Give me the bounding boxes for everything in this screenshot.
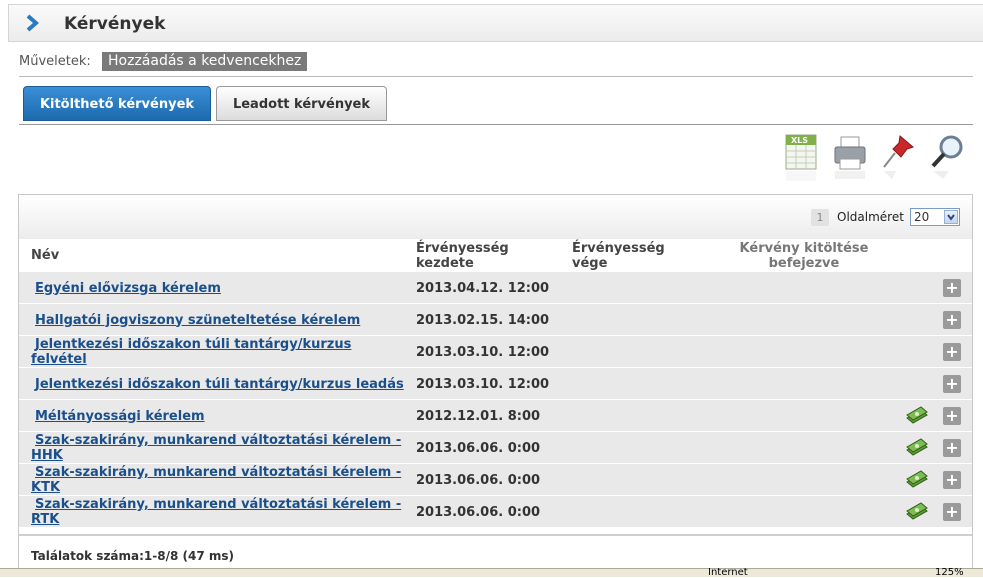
payment-icon[interactable] xyxy=(905,438,929,458)
excel-export-icon[interactable]: XLS xyxy=(783,133,819,183)
page-size-select[interactable]: 20 xyxy=(910,208,960,226)
table-toolbar xyxy=(19,195,972,239)
add-request-button[interactable]: + xyxy=(943,375,961,393)
add-request-button[interactable]: + xyxy=(943,311,961,329)
security-zone: Internet xyxy=(708,567,748,578)
request-link[interactable]: Jelentkezési időszakon túli tantárgy/kur… xyxy=(31,337,411,367)
table-row: Szak-szakirány, munkarend változtatási k… xyxy=(19,464,972,496)
start-date: 2013.06.06. 0:00 xyxy=(416,473,541,488)
table-body: Egyéni elővizsga kérelem 2013.04.12. 12:… xyxy=(19,272,972,528)
divider xyxy=(19,76,973,77)
start-date: 2013.04.12. 12:00 xyxy=(416,281,550,296)
start-date: 2012.12.01. 8:00 xyxy=(416,409,541,424)
tabs-divider xyxy=(19,124,973,125)
table-row: Hallgatói jogviszony szüneteltetése kére… xyxy=(19,304,972,336)
table-row: Méltányossági kérelem 2012.12.01. 8:00 + xyxy=(19,400,972,432)
payment-icon[interactable] xyxy=(905,470,929,490)
table-row: Egyéni elővizsga kérelem 2013.04.12. 12:… xyxy=(19,272,972,304)
zoom-level[interactable]: 125% xyxy=(935,567,964,578)
chevron-down-icon[interactable] xyxy=(944,210,958,224)
print-icon[interactable] xyxy=(832,133,868,183)
page-title: Kérvények xyxy=(64,14,166,34)
page-number[interactable]: 1 xyxy=(811,209,829,226)
add-request-button[interactable]: + xyxy=(943,279,961,297)
request-link[interactable]: Szak-szakirány, munkarend változtatási k… xyxy=(31,433,411,463)
page-size-label: Oldalméret xyxy=(837,210,904,224)
page-size-value: 20 xyxy=(914,210,930,224)
add-request-button[interactable]: + xyxy=(943,471,961,489)
column-header-finished[interactable]: Kérvény kitöltése befejezve xyxy=(724,241,884,271)
request-link[interactable]: Hallgatói jogviszony szüneteltetése kére… xyxy=(31,313,360,328)
table-row: Jelentkezési időszakon túli tantárgy/kur… xyxy=(19,336,972,368)
request-link[interactable]: Egyéni elővizsga kérelem xyxy=(31,281,221,296)
table-footer-divider xyxy=(19,534,972,536)
add-request-button[interactable]: + xyxy=(943,343,961,361)
add-request-button[interactable]: + xyxy=(943,407,961,425)
results-count: Találatok száma:1-8/8 (47 ms) xyxy=(31,549,235,563)
start-date: 2013.02.15. 14:00 xyxy=(416,313,550,328)
xls-label: XLS xyxy=(791,136,808,145)
search-icon[interactable] xyxy=(929,133,965,183)
add-request-button[interactable]: + xyxy=(943,503,961,521)
start-date: 2013.06.06. 0:00 xyxy=(416,441,541,456)
add-to-favorites-button[interactable]: Hozzáadás a kedvencekhez xyxy=(102,52,308,71)
pin-icon[interactable] xyxy=(880,133,916,183)
table-row: Szak-szakirány, munkarend változtatási k… xyxy=(19,432,972,464)
table-row: Szak-szakirány, munkarend változtatási k… xyxy=(19,496,972,528)
column-header-end[interactable]: Érvényesség vége xyxy=(572,241,682,271)
table-row: Jelentkezési időszakon túli tantárgy/kur… xyxy=(19,368,972,400)
column-header-name[interactable]: Név xyxy=(31,248,59,263)
start-date: 2013.03.10. 12:00 xyxy=(416,377,550,392)
request-link[interactable]: Méltányossági kérelem xyxy=(31,409,205,424)
request-link[interactable]: Jelentkezési időszakon túli tantárgy/kur… xyxy=(31,377,404,392)
add-request-button[interactable]: + xyxy=(943,439,961,457)
requests-table-panel: 1 Oldalméret 20 Név Érvényesség kezdete … xyxy=(18,194,973,576)
tab-submitted-requests[interactable]: Leadott kérvények xyxy=(216,86,387,121)
column-header-start[interactable]: Érvényesség kezdete xyxy=(416,241,526,271)
page-header: Kérvények xyxy=(8,4,983,42)
request-link[interactable]: Szak-szakirány, munkarend változtatási k… xyxy=(31,465,411,495)
payment-icon[interactable] xyxy=(905,406,929,426)
chevron-right-icon xyxy=(26,14,39,32)
start-date: 2013.03.10. 12:00 xyxy=(416,345,550,360)
request-link[interactable]: Szak-szakirány, munkarend változtatási k… xyxy=(31,497,411,527)
start-date: 2013.06.06. 0:00 xyxy=(416,505,541,520)
payment-icon[interactable] xyxy=(905,502,929,522)
actions-label: Műveletek: xyxy=(19,54,91,69)
tab-fillable-requests[interactable]: Kitölthető kérvények xyxy=(23,86,211,121)
